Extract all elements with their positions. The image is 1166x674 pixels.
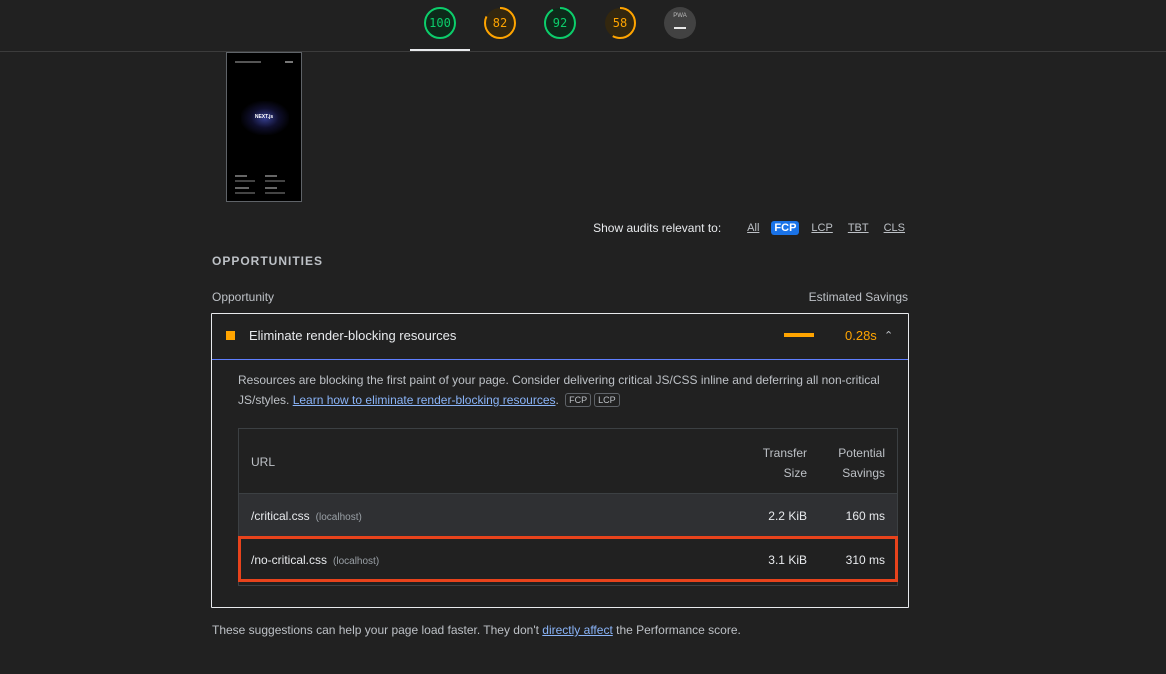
row-savings: 160 ms bbox=[845, 509, 885, 523]
header-transfer-size: Transfer Size bbox=[763, 443, 807, 483]
learn-more-link[interactable]: Learn how to eliminate render-blocking r… bbox=[293, 393, 556, 407]
score-value: 82 bbox=[492, 16, 508, 30]
column-header-savings: Estimated Savings bbox=[808, 290, 908, 304]
audit-filter: Show audits relevant to: All FCP LCP TBT… bbox=[593, 221, 908, 235]
score-value: 100 bbox=[429, 16, 451, 30]
thumb-text-line bbox=[235, 192, 255, 194]
score-bar: 100 82 92 58 PWA bbox=[0, 0, 1166, 52]
savings-bar bbox=[784, 333, 814, 337]
header-transfer-line2: Size bbox=[783, 466, 807, 480]
table-row: /critical.css (localhost) 2.2 KiB 160 ms bbox=[239, 494, 897, 538]
thumb-text-line bbox=[265, 192, 285, 194]
footer-note: These suggestions can help your page loa… bbox=[212, 623, 741, 637]
section-title: OPPORTUNITIES bbox=[212, 254, 324, 268]
filter-chip-cls[interactable]: CLS bbox=[881, 221, 908, 235]
url-path: /critical.css bbox=[251, 509, 310, 523]
active-tab-indicator bbox=[410, 49, 470, 51]
pwa-label: PWA bbox=[673, 13, 687, 19]
score-gauge-accessibility[interactable]: 82 bbox=[483, 6, 517, 40]
thumb-text-line bbox=[235, 180, 255, 182]
score-value: 92 bbox=[552, 16, 568, 30]
header-url: URL bbox=[251, 455, 276, 469]
header-transfer-line1: Transfer bbox=[762, 446, 807, 460]
footer-text-after: the Performance score. bbox=[612, 623, 741, 637]
score-value: 58 bbox=[612, 16, 628, 30]
header-potential-savings: Potential Savings bbox=[838, 443, 885, 483]
filter-chip-all[interactable]: All bbox=[744, 221, 762, 235]
directly-affect-link[interactable]: directly affect bbox=[542, 623, 612, 637]
thumb-header-bar bbox=[235, 61, 261, 63]
thumb-text-line bbox=[265, 180, 285, 182]
thumb-text-line bbox=[265, 175, 277, 177]
highlight-annotation-box bbox=[238, 536, 898, 582]
filter-label: Show audits relevant to: bbox=[593, 221, 722, 235]
table-header: URL Transfer Size Potential Savings bbox=[239, 429, 897, 494]
score-gauge-pwa[interactable]: PWA bbox=[663, 6, 697, 40]
audit-title: Eliminate render-blocking resources bbox=[249, 328, 457, 343]
thumb-logo: NEXT.js bbox=[254, 114, 274, 120]
header-savings-line2: Savings bbox=[842, 466, 885, 480]
filter-chip-tbt[interactable]: TBT bbox=[845, 221, 872, 235]
score-gauge-performance[interactable]: 100 bbox=[423, 6, 457, 40]
row-size: 2.2 KiB bbox=[768, 509, 807, 523]
tag-lcp: LCP bbox=[594, 393, 620, 407]
score-gauge-best-practices[interactable]: 92 bbox=[543, 6, 577, 40]
filter-chip-fcp[interactable]: FCP bbox=[771, 221, 800, 235]
audit-savings: 0.28s bbox=[845, 328, 877, 343]
footer-text-before: These suggestions can help your page loa… bbox=[212, 623, 543, 637]
filter-chip-lcp[interactable]: LCP bbox=[808, 221, 835, 235]
thumb-text-line bbox=[235, 175, 247, 177]
audit-header[interactable]: Eliminate render-blocking resources 0.28… bbox=[212, 314, 908, 360]
score-gauge-seo[interactable]: 58 bbox=[603, 6, 637, 40]
tag-fcp: FCP bbox=[565, 393, 592, 407]
row-url: /critical.css (localhost) bbox=[251, 509, 362, 523]
thumb-text-line bbox=[265, 187, 277, 189]
thumb-header-link bbox=[285, 61, 293, 63]
thumb-text-line bbox=[235, 187, 249, 189]
pwa-dash-icon bbox=[674, 27, 686, 29]
header-savings-line1: Potential bbox=[838, 446, 885, 460]
chevron-up-icon[interactable]: ⌃ bbox=[884, 329, 893, 342]
url-host: (localhost) bbox=[315, 512, 362, 523]
audit-description: Resources are blocking the first paint o… bbox=[238, 373, 880, 407]
final-screenshot-thumbnail[interactable]: NEXT.js bbox=[226, 52, 302, 202]
warning-square-icon bbox=[226, 331, 235, 340]
column-header-opportunity: Opportunity bbox=[212, 290, 275, 304]
